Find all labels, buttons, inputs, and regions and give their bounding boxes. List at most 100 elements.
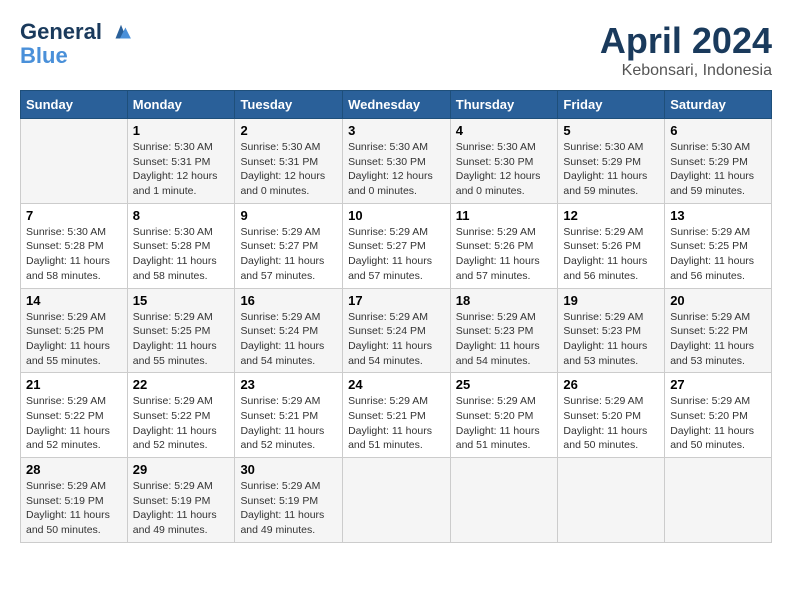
col-saturday: Saturday	[665, 91, 772, 119]
calendar-title: April 2024	[600, 20, 772, 62]
day-number: 17	[348, 293, 445, 308]
title-block: April 2024 Kebonsari, Indonesia	[600, 20, 772, 80]
day-number: 28	[26, 462, 122, 477]
calendar-cell: 10 Sunrise: 5:29 AM Sunset: 5:27 PM Dayli…	[343, 203, 451, 288]
calendar-cell: 3Sunrise: 5:30 AM Sunset: 5:30 PM Daylig…	[343, 119, 451, 204]
day-number: 16	[240, 293, 337, 308]
col-monday: Monday	[127, 91, 235, 119]
day-number: 21	[26, 377, 122, 392]
col-wednesday: Wednesday	[343, 91, 451, 119]
calendar-cell: 8Sunrise: 5:30 AM Sunset: 5:28 PM Daylig…	[127, 203, 235, 288]
day-number: 18	[456, 293, 553, 308]
day-number: 26	[563, 377, 659, 392]
calendar-cell: 1 Sunrise: 5:30 AM Sunset: 5:31 PM Daylig…	[127, 119, 235, 204]
calendar-cell: 21 Sunrise: 5:29 AM Sunset: 5:22 PM Dayli…	[21, 373, 128, 458]
calendar-cell: 20 Sunrise: 5:29 AM Sunset: 5:22 PM Dayli…	[665, 288, 772, 373]
day-info: Sunrise: 5:29 AM Sunset: 5:20 PM Dayligh…	[456, 394, 553, 453]
calendar-cell	[558, 458, 665, 543]
calendar-cell: 16 Sunrise: 5:29 AM Sunset: 5:24 PM Dayli…	[235, 288, 343, 373]
calendar-cell: 2 Sunrise: 5:30 AM Sunset: 5:31 PM Daylig…	[235, 119, 343, 204]
day-number: 19	[563, 293, 659, 308]
calendar-cell: 6Sunrise: 5:30 AM Sunset: 5:29 PM Daylig…	[665, 119, 772, 204]
day-number: 4	[456, 123, 553, 138]
calendar-cell: 13 Sunrise: 5:29 AM Sunset: 5:25 PM Dayli…	[665, 203, 772, 288]
day-info: Sunrise: 5:29 AM Sunset: 5:24 PM Dayligh…	[240, 310, 337, 369]
day-info: Sunrise: 5:29 AM Sunset: 5:21 PM Dayligh…	[240, 394, 337, 453]
calendar-cell: 5 Sunrise: 5:30 AM Sunset: 5:29 PM Daylig…	[558, 119, 665, 204]
calendar-cell	[665, 458, 772, 543]
day-number: 14	[26, 293, 122, 308]
day-info: Sunrise: 5:30 AM Sunset: 5:31 PM Dayligh…	[240, 140, 337, 199]
calendar-subtitle: Kebonsari, Indonesia	[600, 62, 772, 80]
day-number: 9	[240, 208, 337, 223]
calendar-cell: 14Sunrise: 5:29 AM Sunset: 5:25 PM Dayli…	[21, 288, 128, 373]
day-number: 8	[133, 208, 230, 223]
header-row: Sunday Monday Tuesday Wednesday Thursday…	[21, 91, 772, 119]
day-info: Sunrise: 5:29 AM Sunset: 5:27 PM Dayligh…	[348, 225, 445, 284]
logo: General Blue	[20, 20, 132, 68]
day-info: Sunrise: 5:29 AM Sunset: 5:23 PM Dayligh…	[456, 310, 553, 369]
calendar-cell: 23 Sunrise: 5:29 AM Sunset: 5:21 PM Dayli…	[235, 373, 343, 458]
day-number: 13	[670, 208, 766, 223]
day-number: 1	[133, 123, 230, 138]
calendar-row: 14Sunrise: 5:29 AM Sunset: 5:25 PM Dayli…	[21, 288, 772, 373]
day-info: Sunrise: 5:29 AM Sunset: 5:19 PM Dayligh…	[26, 479, 122, 538]
day-info: Sunrise: 5:30 AM Sunset: 5:28 PM Dayligh…	[26, 225, 122, 284]
day-number: 25	[456, 377, 553, 392]
calendar-cell	[21, 119, 128, 204]
day-info: Sunrise: 5:29 AM Sunset: 5:27 PM Dayligh…	[240, 225, 337, 284]
day-info: Sunrise: 5:29 AM Sunset: 5:24 PM Dayligh…	[348, 310, 445, 369]
logo-blue: Blue	[20, 44, 132, 68]
day-info: Sunrise: 5:29 AM Sunset: 5:19 PM Dayligh…	[240, 479, 337, 538]
calendar-cell: 28 Sunrise: 5:29 AM Sunset: 5:19 PM Dayli…	[21, 458, 128, 543]
calendar-body: 1 Sunrise: 5:30 AM Sunset: 5:31 PM Daylig…	[21, 119, 772, 543]
calendar-cell: 9 Sunrise: 5:29 AM Sunset: 5:27 PM Daylig…	[235, 203, 343, 288]
logo-text: General	[20, 20, 132, 44]
day-number: 20	[670, 293, 766, 308]
day-number: 7	[26, 208, 122, 223]
calendar-cell: 24 Sunrise: 5:29 AM Sunset: 5:21 PM Dayli…	[343, 373, 451, 458]
day-info: Sunrise: 5:29 AM Sunset: 5:23 PM Dayligh…	[563, 310, 659, 369]
day-number: 3	[348, 123, 445, 138]
day-info: Sunrise: 5:29 AM Sunset: 5:21 PM Dayligh…	[348, 394, 445, 453]
calendar-cell: 25 Sunrise: 5:29 AM Sunset: 5:20 PM Dayli…	[450, 373, 558, 458]
calendar-cell: 27 Sunrise: 5:29 AM Sunset: 5:20 PM Dayli…	[665, 373, 772, 458]
calendar-cell: 15Sunrise: 5:29 AM Sunset: 5:25 PM Dayli…	[127, 288, 235, 373]
col-friday: Friday	[558, 91, 665, 119]
day-info: Sunrise: 5:29 AM Sunset: 5:26 PM Dayligh…	[563, 225, 659, 284]
day-info: Sunrise: 5:29 AM Sunset: 5:26 PM Dayligh…	[456, 225, 553, 284]
calendar-cell: 4Sunrise: 5:30 AM Sunset: 5:30 PM Daylig…	[450, 119, 558, 204]
day-number: 23	[240, 377, 337, 392]
day-number: 22	[133, 377, 230, 392]
calendar-cell: 29Sunrise: 5:29 AM Sunset: 5:19 PM Dayli…	[127, 458, 235, 543]
day-info: Sunrise: 5:29 AM Sunset: 5:22 PM Dayligh…	[670, 310, 766, 369]
day-info: Sunrise: 5:30 AM Sunset: 5:31 PM Dayligh…	[133, 140, 230, 199]
calendar-row: 7 Sunrise: 5:30 AM Sunset: 5:28 PM Daylig…	[21, 203, 772, 288]
day-number: 27	[670, 377, 766, 392]
day-number: 15	[133, 293, 230, 308]
day-number: 12	[563, 208, 659, 223]
calendar-table: Sunday Monday Tuesday Wednesday Thursday…	[20, 90, 772, 543]
calendar-cell: 18 Sunrise: 5:29 AM Sunset: 5:23 PM Dayli…	[450, 288, 558, 373]
calendar-row: 28 Sunrise: 5:29 AM Sunset: 5:19 PM Dayli…	[21, 458, 772, 543]
day-number: 10	[348, 208, 445, 223]
calendar-cell: 12 Sunrise: 5:29 AM Sunset: 5:26 PM Dayli…	[558, 203, 665, 288]
day-info: Sunrise: 5:29 AM Sunset: 5:20 PM Dayligh…	[670, 394, 766, 453]
calendar-cell: 30 Sunrise: 5:29 AM Sunset: 5:19 PM Dayli…	[235, 458, 343, 543]
day-number: 30	[240, 462, 337, 477]
day-number: 5	[563, 123, 659, 138]
day-info: Sunrise: 5:29 AM Sunset: 5:22 PM Dayligh…	[26, 394, 122, 453]
col-sunday: Sunday	[21, 91, 128, 119]
day-number: 24	[348, 377, 445, 392]
day-info: Sunrise: 5:29 AM Sunset: 5:19 PM Dayligh…	[133, 479, 230, 538]
calendar-cell: 19 Sunrise: 5:29 AM Sunset: 5:23 PM Dayli…	[558, 288, 665, 373]
col-tuesday: Tuesday	[235, 91, 343, 119]
calendar-row: 1 Sunrise: 5:30 AM Sunset: 5:31 PM Daylig…	[21, 119, 772, 204]
day-info: Sunrise: 5:29 AM Sunset: 5:25 PM Dayligh…	[670, 225, 766, 284]
day-number: 2	[240, 123, 337, 138]
day-info: Sunrise: 5:29 AM Sunset: 5:20 PM Dayligh…	[563, 394, 659, 453]
logo-icon	[110, 22, 132, 44]
page-header: General Blue April 2024 Kebonsari, Indon…	[20, 20, 772, 80]
day-info: Sunrise: 5:29 AM Sunset: 5:22 PM Dayligh…	[133, 394, 230, 453]
day-info: Sunrise: 5:30 AM Sunset: 5:29 PM Dayligh…	[563, 140, 659, 199]
